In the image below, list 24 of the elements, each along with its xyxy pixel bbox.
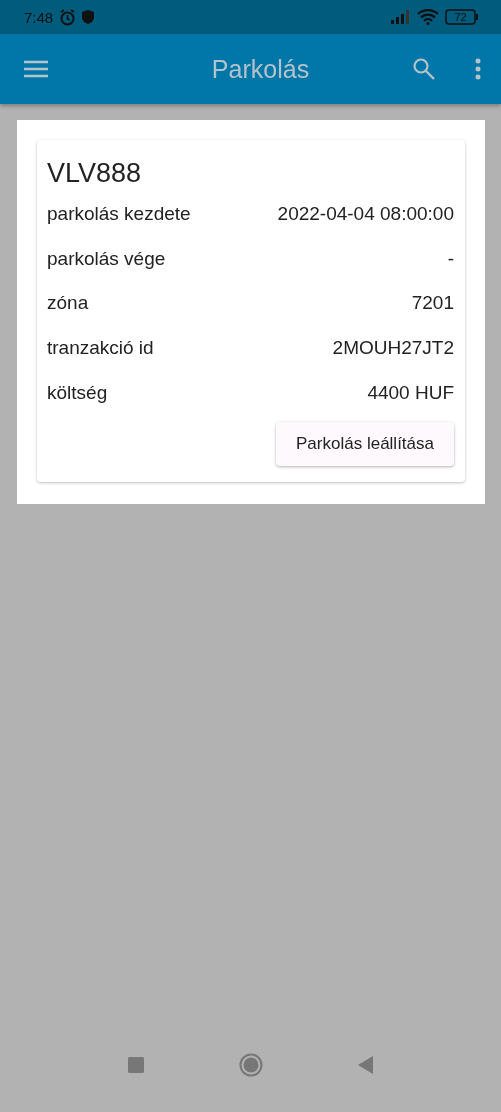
field-value: 4400 HUF <box>367 381 454 404</box>
alarm-icon <box>59 8 77 26</box>
field-value: - <box>447 247 454 270</box>
field-value: 2MOUH27JT2 <box>332 337 454 360</box>
field-value: 2022-04-04 08:00:00 <box>277 203 454 225</box>
shield-icon <box>82 10 95 24</box>
back-icon[interactable] <box>358 1056 373 1074</box>
field-label: parkolás vége <box>47 247 166 270</box>
search-icon[interactable] <box>413 58 435 80</box>
field-value: 7201 <box>411 292 454 315</box>
home-icon[interactable] <box>239 1053 263 1077</box>
menu-icon[interactable] <box>24 60 48 78</box>
field-label: parkolás kezdete <box>47 203 191 225</box>
more-icon[interactable] <box>475 58 481 80</box>
signal-icon <box>391 10 411 24</box>
stop-parking-button[interactable]: Parkolás leállítása <box>276 422 454 467</box>
clock-time: 7:48 <box>24 8 54 26</box>
field-label: tranzakció id <box>47 337 154 360</box>
battery-icon: 72 <box>445 9 479 25</box>
field-label: zóna <box>47 292 89 315</box>
plate-number: VLV888 <box>47 158 143 189</box>
field-label: költség <box>47 381 108 404</box>
app-title: Parkolás <box>210 54 311 84</box>
wifi-icon <box>417 9 439 25</box>
